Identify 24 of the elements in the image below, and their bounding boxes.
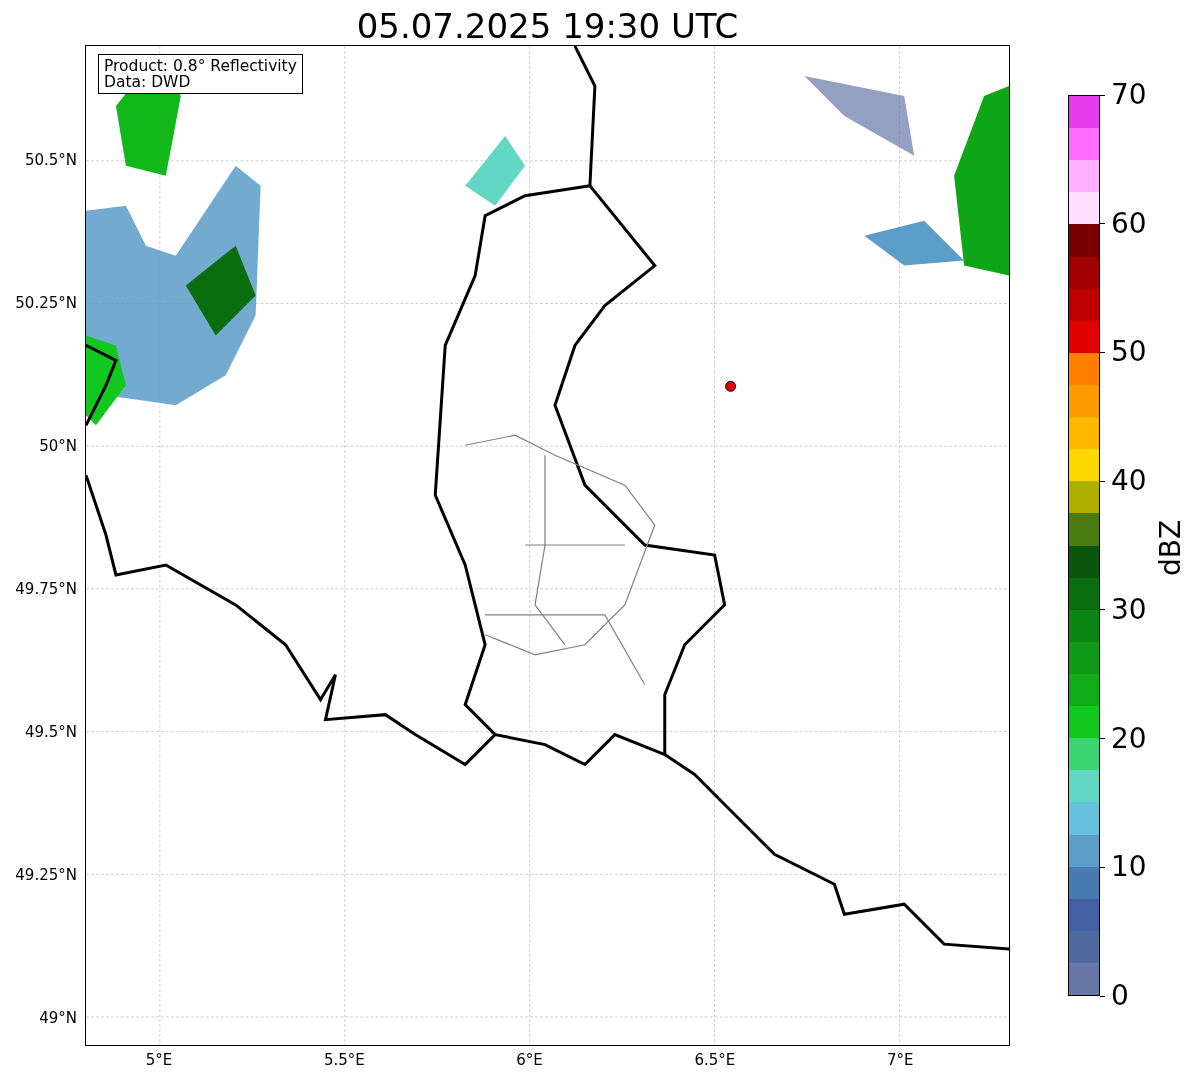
chart-title: 05.07.2025 19:30 UTC — [355, 9, 740, 45]
axis-tick-label: 49°N — [39, 1010, 77, 1026]
axis-tick-label: 5°E — [145, 1053, 173, 1068]
axis-tick-label: 49.75°N — [15, 581, 77, 597]
colorbar-tick-label: 70 — [1111, 81, 1147, 109]
axis-tick-label: 50.5°N — [24, 152, 77, 168]
colorbar-tick-label: 60 — [1111, 209, 1147, 238]
axis-tick-label: 50.25°N — [15, 295, 77, 311]
colorbar-tick-label: 10 — [1111, 853, 1147, 882]
info-text: Product: 0.8° Reflectivity — [104, 58, 297, 75]
info-text: Data: DWD — [104, 74, 192, 91]
axis-tick-label: 49.25°N — [15, 867, 77, 883]
axis-tick-label: 6.5°E — [694, 1053, 736, 1068]
axis-tick-label: 7°E — [886, 1053, 914, 1068]
colorbar-tick-label: 0 — [1111, 982, 1129, 1010]
colorbar-tick-label: 30 — [1111, 595, 1147, 624]
colorbar-tick-label: 50 — [1111, 338, 1147, 367]
axis-tick-label: 50°N — [39, 438, 77, 454]
axis-tick-label: 6°E — [516, 1053, 543, 1068]
axis-tick-label: 5.5°E — [323, 1053, 365, 1068]
colorbar-tick-label: 40 — [1111, 467, 1147, 496]
axis-tick-label: 49.5°N — [24, 724, 77, 740]
colorbar-tick-label: 20 — [1111, 724, 1147, 753]
colorbar-label: dBZ — [1153, 519, 1187, 577]
